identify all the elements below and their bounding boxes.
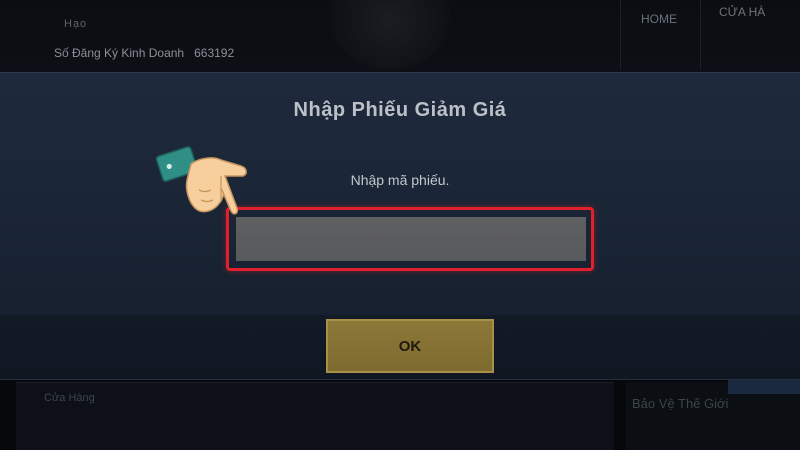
ok-button[interactable]: OK bbox=[326, 319, 494, 373]
background-header-line1: Hạo bbox=[64, 18, 88, 30]
coupon-dialog: Nhập Phiếu Giảm Giá Nhập mã phiếu. OK bbox=[0, 72, 800, 380]
background-right-label: Bảo Vệ Thế Giới bbox=[632, 396, 729, 411]
background-bottom-panel bbox=[16, 382, 614, 450]
nav-home: HOME bbox=[641, 12, 677, 26]
nav-divider bbox=[700, 0, 701, 70]
coupon-code-input[interactable] bbox=[236, 217, 586, 261]
business-registration-label: Số Đăng Ký Kinh Doanh bbox=[54, 46, 185, 60]
background-bottom-label: Cửa Hàng bbox=[44, 392, 95, 404]
coupon-input-label: Nhập mã phiếu. bbox=[350, 172, 450, 188]
dialog-title: Nhập Phiếu Giảm Giá bbox=[293, 99, 507, 121]
game-screen: Hạo Số Đăng Ký Kinh Doanh 663192 HOME CỬA… bbox=[0, 0, 800, 450]
background-right-bar bbox=[728, 380, 800, 394]
pointing-hand-icon bbox=[155, 146, 247, 215]
business-registration-number: 663192 bbox=[194, 46, 235, 60]
business-registration: Số Đăng Ký Kinh Doanh 663192 bbox=[54, 46, 234, 60]
nav-shop: CỬA HÀ bbox=[719, 5, 766, 19]
nav-divider bbox=[620, 0, 621, 70]
